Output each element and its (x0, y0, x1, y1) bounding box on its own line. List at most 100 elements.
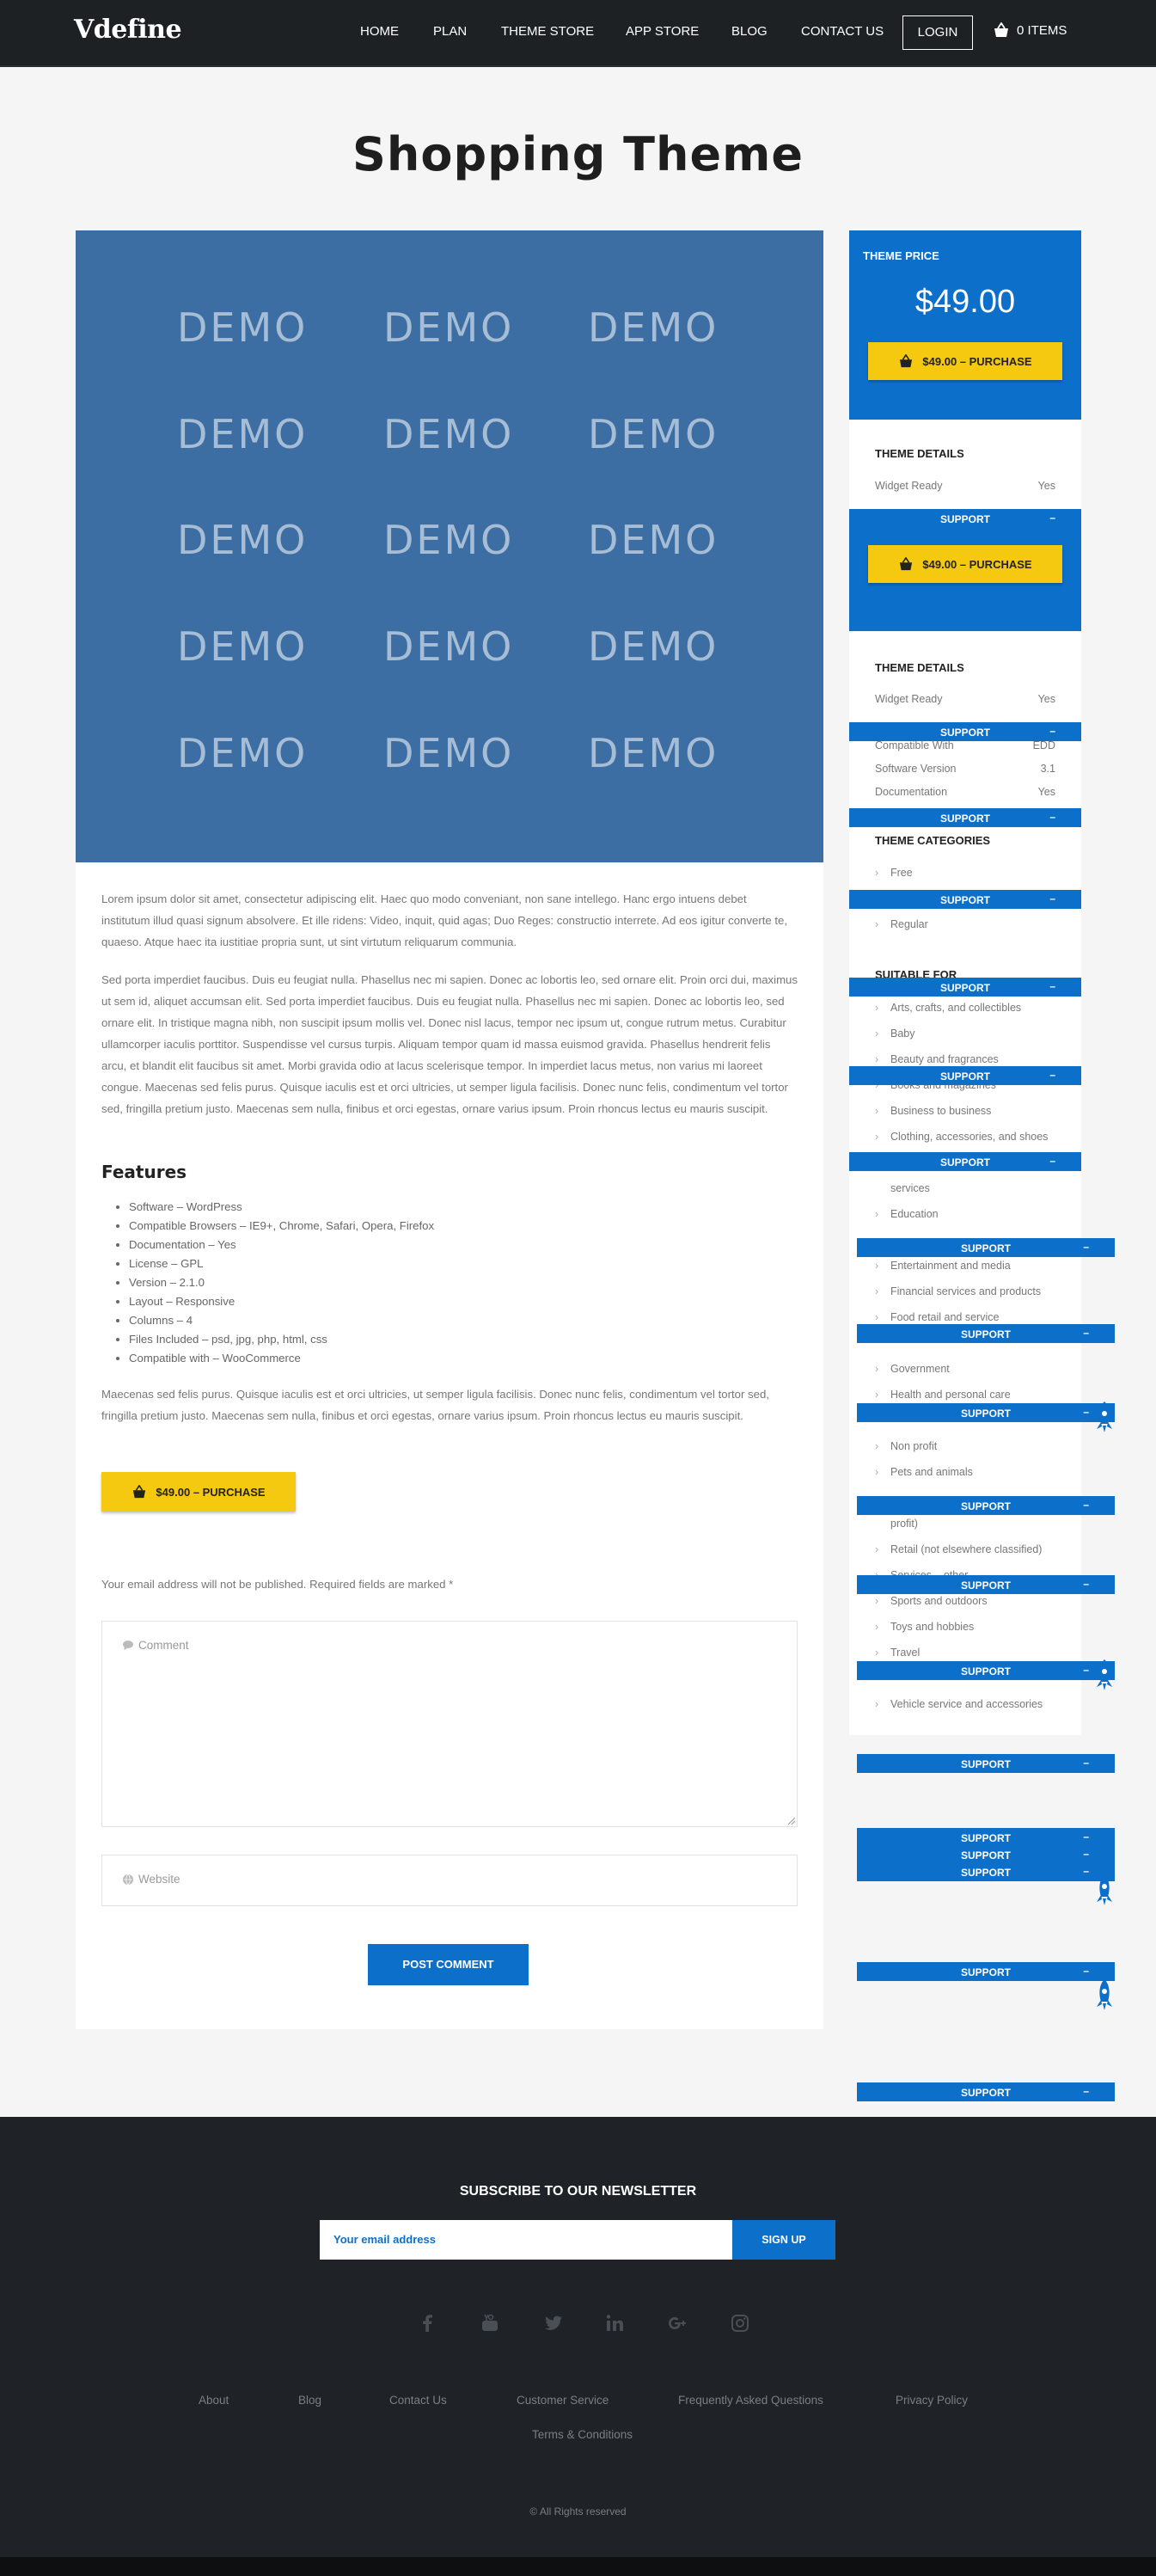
footer-bottom-bar (0, 2557, 1156, 2576)
category-link[interactable]: › Regular (875, 918, 928, 930)
support-tab[interactable]: SUPPORT – (849, 978, 1081, 997)
chevron-right-icon: › (875, 1647, 879, 1659)
youtube-icon[interactable] (480, 2313, 500, 2334)
support-label: SUPPORT (939, 1156, 990, 1168)
suitable-link[interactable]: › Pets and animals (875, 1466, 973, 1478)
support-tab[interactable]: SUPPORT – (857, 1845, 1115, 1864)
suitable-label: Arts, crafts, and collectibles (890, 1002, 1022, 1014)
resize-handle-icon[interactable] (787, 1817, 795, 1825)
footer-link-blog[interactable]: Blog (298, 2394, 321, 2407)
suitable-link[interactable]: › Financial services and products (875, 1285, 1041, 1297)
demo-watermark-text: DEMO (588, 623, 719, 670)
suitable-link[interactable]: profit) (875, 1518, 918, 1530)
support-tab[interactable]: SUPPORT – (857, 1238, 1115, 1257)
support-label: SUPPORT (960, 1867, 1011, 1879)
suitable-link[interactable]: › Entertainment and media (875, 1260, 1011, 1272)
login-button[interactable]: LOGIN (902, 15, 973, 50)
demo-watermark-text: DEMO (177, 730, 309, 776)
nav-plan[interactable]: PLAN (433, 24, 467, 39)
nav-home[interactable]: HOME (360, 24, 399, 39)
support-label: SUPPORT (939, 813, 990, 825)
purchase-button[interactable]: $49.00 – PURCHASE (101, 1472, 296, 1512)
suitable-link[interactable]: services (875, 1182, 930, 1194)
description-paragraph-1: Lorem ipsum dolor sit amet, consectetur … (101, 892, 788, 948)
support-tab[interactable]: SUPPORT – (857, 1575, 1115, 1594)
support-tab[interactable]: SUPPORT – (849, 509, 1081, 528)
rocket-icon[interactable] (1095, 1401, 1114, 1436)
category-link[interactable]: › Free (875, 867, 913, 879)
chevron-right-icon: › (875, 1027, 879, 1040)
support-tab[interactable]: SUPPORT – (857, 1661, 1115, 1680)
support-tab[interactable]: SUPPORT – (857, 2082, 1115, 2101)
category-label: Free (890, 867, 913, 879)
suitable-label: Health and personal care (890, 1389, 1011, 1401)
suitable-link[interactable]: › Sports and outdoors (875, 1595, 988, 1607)
support-label: SUPPORT (960, 1849, 1011, 1861)
post-comment-button[interactable]: POST COMMENT (368, 1944, 529, 1985)
linkedin-icon[interactable] (604, 2313, 625, 2334)
suitable-link[interactable]: › Toys and hobbies (875, 1621, 974, 1633)
feature-item: Columns – 4 (129, 1311, 434, 1330)
suitable-link[interactable]: › Retail (not elsewhere classified) (875, 1543, 1042, 1555)
rocket-icon[interactable] (1095, 1874, 1114, 1909)
signup-button[interactable]: SIGN UP (732, 2220, 835, 2260)
nav-app-store[interactable]: APP STORE (626, 24, 699, 39)
footer-link-privacy-policy[interactable]: Privacy Policy (896, 2394, 968, 2407)
suitable-link[interactable]: › Vehicle service and accessories (875, 1698, 1043, 1710)
support-tab[interactable]: SUPPORT – (857, 1324, 1115, 1343)
nav-contact-us[interactable]: CONTACT US (801, 24, 884, 39)
cart-link[interactable]: 0 ITEMS (993, 22, 1067, 38)
demo-watermark-text: DEMO (588, 304, 719, 351)
support-tab[interactable]: SUPPORT – (857, 1496, 1115, 1515)
suitable-link[interactable]: › Education (875, 1208, 939, 1220)
footer-link-terms[interactable]: Terms & Conditions (532, 2428, 633, 2441)
footer-link-customer-service[interactable]: Customer Service (517, 2394, 609, 2407)
suitable-link[interactable]: › Clothing, accessories, and shoes (875, 1131, 1048, 1143)
suitable-link[interactable]: › Baby (875, 1027, 915, 1040)
support-tab[interactable]: SUPPORT – (857, 1754, 1115, 1773)
facebook-icon[interactable] (418, 2313, 438, 2334)
nav-blog[interactable]: BLOG (731, 24, 768, 39)
site-logo[interactable]: Vdefine (74, 15, 182, 45)
google-plus-icon[interactable] (667, 2313, 688, 2334)
footer-link-faq[interactable]: Frequently Asked Questions (678, 2394, 823, 2407)
footer-link-about[interactable]: About (199, 2394, 229, 2407)
demo-watermark-text: DEMO (588, 411, 719, 457)
theme-price-label: THEME PRICE (863, 249, 939, 262)
support-tab[interactable]: SUPPORT – (849, 808, 1081, 827)
suitable-link[interactable]: › Beauty and fragrances (875, 1053, 999, 1065)
suitable-link[interactable]: › Government (875, 1363, 950, 1375)
suitable-label: Retail (not elsewhere classified) (890, 1543, 1043, 1555)
support-tab[interactable]: SUPPORT – (849, 1152, 1081, 1171)
rocket-icon[interactable] (1095, 1659, 1114, 1694)
rocket-icon[interactable] (1095, 1979, 1114, 2014)
suitable-link[interactable]: › Travel (875, 1647, 920, 1659)
detail-value: Yes (1037, 786, 1055, 798)
suitable-label: Baby (890, 1027, 915, 1040)
support-tab[interactable]: SUPPORT – (849, 722, 1081, 741)
support-tab[interactable]: SUPPORT – (849, 1066, 1081, 1085)
newsletter-email-input[interactable]: Your email address (320, 2220, 732, 2260)
support-tab[interactable]: SUPPORT – (857, 1962, 1115, 1981)
nav-theme-store[interactable]: THEME STORE (501, 24, 594, 39)
support-tab[interactable]: SUPPORT – (857, 1862, 1115, 1881)
comment-textarea[interactable]: Comment (101, 1621, 798, 1827)
minimize-icon: – (1083, 1865, 1089, 1877)
suitable-link[interactable]: › Food retail and service (875, 1311, 999, 1323)
website-field[interactable]: Website (101, 1855, 798, 1906)
suitable-link[interactable]: › Business to business (875, 1105, 991, 1117)
instagram-icon[interactable] (730, 2313, 750, 2334)
footer-link-contact-us[interactable]: Contact Us (389, 2394, 447, 2407)
sticky-purchase-button[interactable]: $49.00 – PURCHASE (868, 545, 1062, 583)
detail-key: Widget Ready (875, 480, 943, 492)
suitable-link[interactable]: › Non profit (875, 1440, 937, 1452)
support-tab[interactable]: SUPPORT – (857, 1403, 1115, 1422)
twitter-icon[interactable] (543, 2313, 564, 2334)
demo-watermark-text: DEMO (383, 411, 515, 457)
suitable-link[interactable]: › Arts, crafts, and collectibles (875, 1002, 1021, 1014)
suitable-link[interactable]: › Health and personal care (875, 1389, 1011, 1401)
sidebar-purchase-button[interactable]: $49.00 – PURCHASE (868, 342, 1062, 380)
support-label: SUPPORT (960, 1408, 1011, 1420)
support-tab[interactable]: SUPPORT – (857, 1828, 1115, 1847)
support-tab[interactable]: SUPPORT – (849, 890, 1081, 909)
